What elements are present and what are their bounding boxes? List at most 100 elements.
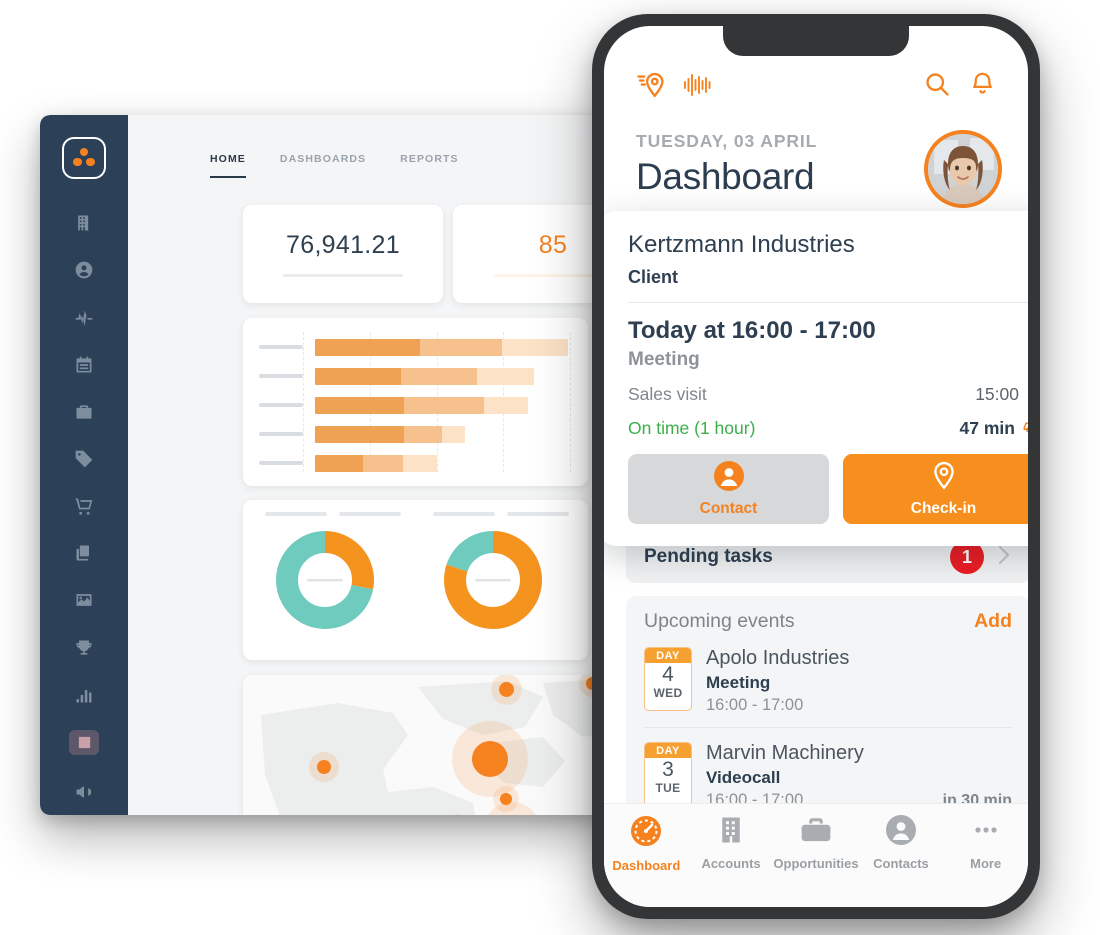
company-name: Kertzmann Industries [628,231,855,258]
donut-title-placeholder [265,512,327,516]
donut-title-placeholder [433,512,495,516]
tab-accounts[interactable]: Accounts [689,814,774,871]
bar-stack [315,396,529,414]
bar-segment [420,338,502,356]
travel-time-value: 47 min [960,418,1028,439]
sidebar-item-trophy[interactable] [60,625,108,670]
event-body: Marvin Machinery Videocall 16:00 - 17:00… [706,742,1012,810]
sidebar-item-tag[interactable] [60,436,108,481]
search-icon[interactable] [923,70,951,103]
tab-reports[interactable]: REPORTS [400,153,458,176]
bar-stack [315,367,535,385]
bar-row-label [259,432,303,436]
contact-button[interactable]: Contact [628,454,829,524]
sidebar-item-documents[interactable] [60,531,108,576]
map-bubble[interactable] [316,760,331,774]
event-company: Marvin Machinery [706,742,864,764]
bar-segment [476,367,535,385]
appointment-detail-card[interactable]: Kertzmann Industries Client Today at 16:… [604,211,1028,546]
events-title: Upcoming events [644,610,795,632]
checkin-button[interactable]: Check-in [843,454,1028,524]
arrival-time: 15:00 [975,384,1019,404]
map-bubble[interactable] [472,741,509,777]
user-avatar[interactable] [924,130,1002,208]
event-body: Apolo Industries Meeting 16:00 - 17:00 [706,647,1012,715]
bar-segment [401,367,477,385]
tab-contacts[interactable]: Contacts [859,814,944,871]
contact-person-icon [713,460,745,497]
sidebar-item-megaphone[interactable] [60,770,108,815]
appointment-type: Meeting [628,349,700,370]
tab-label: More [970,856,1002,871]
list-item[interactable]: DAY 4 WED Apolo Industries Meeting 16:00… [644,633,1012,727]
desktop-tabs: HOME DASHBOARDS REPORTS [128,115,612,187]
sidebar-item-user[interactable] [60,248,108,293]
bar-segment [404,396,485,414]
sidebar-item-report-chart[interactable] [69,730,99,755]
ellipsis-icon [969,814,1003,851]
bar-segment [315,454,364,472]
day-of-week: WED [653,686,683,700]
desktop-sidebar [40,115,128,815]
world-map-shape [261,679,612,815]
upcoming-events-card: Upcoming events Add DAY 4 WED Apolo Indu… [626,596,1028,828]
car-icon [1022,418,1028,439]
stat-card-count[interactable]: 85 [453,205,612,303]
event-company: Apolo Industries [706,647,850,669]
donut-center-label [307,579,343,582]
sidebar-item-photo[interactable] [60,578,108,623]
status-on-time: On time (1 hour) [628,418,756,438]
bar-row [259,367,570,385]
day-of-week: TUE [655,781,681,795]
world-bubble-map[interactable] [243,675,612,815]
day-number: 4 [662,663,674,686]
event-type: Meeting [706,673,771,692]
checkered-flag-icon [1026,383,1028,406]
stat-card-revenue[interactable]: 76,941.21 [243,205,443,303]
tab-more[interactable]: More [943,814,1028,871]
speed-pin-icon[interactable] [636,70,666,105]
bar-segment [442,425,466,443]
phone-notch [723,26,909,56]
sales-visit-value: 15:00 [975,383,1028,406]
divider [628,302,1028,303]
sidebar-item-building[interactable] [60,201,108,246]
bar-segment [363,454,404,472]
app-logo[interactable] [62,137,106,179]
phone-device: TUESDAY, 03 APRIL Dashboard Kertzmann In… [592,14,1040,919]
detail-row-status: On time (1 hour) 47 min [628,418,1028,439]
bar-row-label [259,374,303,378]
tab-label: Accounts [701,856,761,871]
sidebar-item-cart[interactable] [60,484,108,529]
sidebar-item-bar-chart[interactable] [60,672,108,717]
tab-dashboard[interactable]: Dashboard [604,814,689,873]
stat-value: 85 [538,231,568,259]
day-number: 3 [662,758,674,781]
bar-segment [404,425,443,443]
bar-stack [315,338,569,356]
donut-title-placeholder [339,512,401,516]
sidebar-item-calendar[interactable] [60,342,108,387]
bar-segment [403,454,437,472]
bell-icon[interactable] [969,70,996,103]
bar-segment [315,367,402,385]
stacked-bar-chart[interactable] [243,318,588,486]
event-time-row: 16:00 - 17:00 [706,696,1012,715]
travel-duration: 47 min [959,418,1015,438]
donut-title-placeholder [507,512,569,516]
donut-charts-card[interactable] [243,500,588,660]
add-event-button[interactable]: Add [974,610,1012,633]
tab-opportunities[interactable]: Opportunities [773,814,859,871]
desktop-app-window: HOME DASHBOARDS REPORTS 76,941.21 85 [40,115,612,815]
sidebar-item-activity[interactable] [60,295,108,340]
day-label: DAY [645,743,691,758]
tab-dashboards[interactable]: DASHBOARDS [280,153,366,176]
sidebar-item-briefcase[interactable] [60,389,108,434]
bar-row [259,338,570,356]
bottom-tab-bar: Dashboard Accounts Opportunities Contact… [604,803,1028,907]
person-icon [885,814,917,851]
audio-wave-icon[interactable] [682,72,712,103]
map-bubble[interactable] [498,681,514,697]
tab-home[interactable]: HOME [210,153,246,178]
chevron-right-icon[interactable] [996,543,1012,572]
